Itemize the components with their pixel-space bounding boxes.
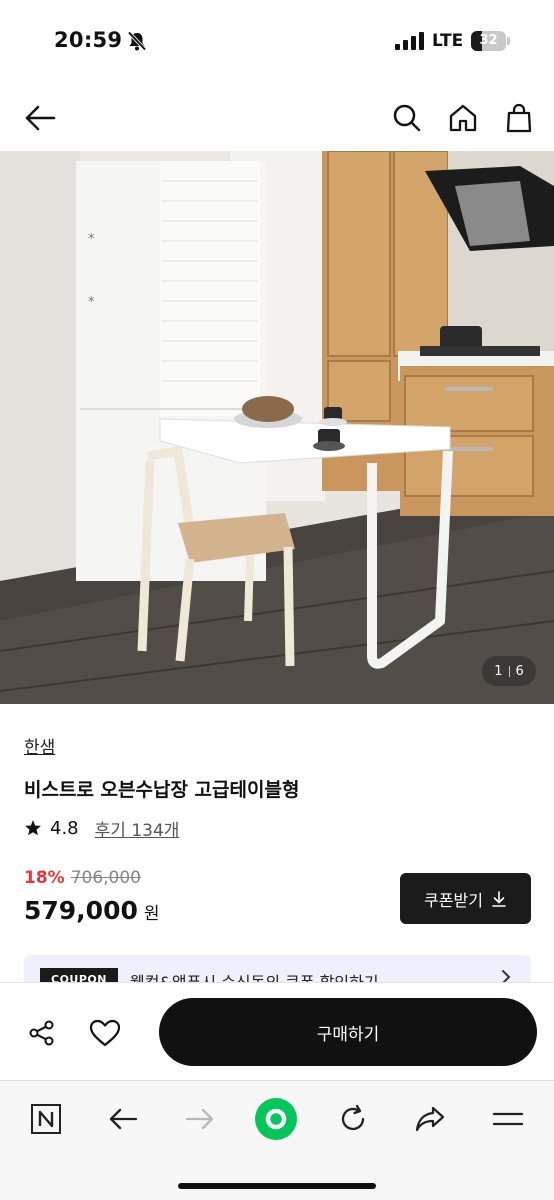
shopping-bag-icon[interactable] xyxy=(497,96,541,140)
purchase-action-bar: 구매하기 xyxy=(0,982,554,1080)
share-arrow-icon[interactable] xyxy=(408,1097,452,1141)
naver-n-icon[interactable] xyxy=(24,1097,68,1141)
current-image-number: 1 xyxy=(494,663,503,679)
buy-button[interactable]: 구매하기 xyxy=(159,998,537,1066)
rating-row: 4.8 후기 134개 xyxy=(24,815,179,841)
signal-bars-icon xyxy=(395,32,424,50)
product-photo: * * xyxy=(0,151,554,704)
product-image-carousel[interactable]: * * 1 6 xyxy=(0,151,554,704)
network-label: LTE xyxy=(432,31,464,51)
app-header xyxy=(0,88,554,148)
star-icon xyxy=(25,820,41,836)
battery-icon: 32 xyxy=(471,31,511,51)
home-indicator xyxy=(178,1183,376,1189)
brand-link[interactable]: 한샘 xyxy=(24,733,55,758)
currency-label: 원 xyxy=(143,904,160,924)
coupon-button-label: 쿠폰받기 xyxy=(424,890,483,910)
image-counter: 1 6 xyxy=(482,656,536,686)
svg-text:*: * xyxy=(88,295,95,310)
product-title: 비스트로 오븐수납장 고급테이블형 xyxy=(24,779,300,801)
battery-level: 32 xyxy=(479,33,498,48)
search-icon[interactable] xyxy=(385,96,429,140)
menu-icon[interactable] xyxy=(486,1097,530,1141)
heart-icon[interactable] xyxy=(84,1013,126,1053)
status-time: 20:59 xyxy=(54,28,123,52)
bell-slash-icon xyxy=(127,31,147,51)
review-count-link[interactable]: 후기 134개 xyxy=(95,816,180,841)
rating-value: 4.8 xyxy=(50,817,79,839)
forward-icon[interactable] xyxy=(178,1097,222,1141)
status-bar: 20:59 LTE 32 xyxy=(0,0,554,80)
discount-row: 18% 706,000 xyxy=(24,868,141,888)
refresh-icon[interactable] xyxy=(331,1097,375,1141)
price-row: 579,000 원 xyxy=(24,896,160,925)
sale-price: 579,000 xyxy=(24,896,138,925)
home-icon[interactable] xyxy=(441,96,485,140)
download-arrow-icon xyxy=(492,890,506,907)
original-price: 706,000 xyxy=(70,868,142,888)
back-arrow-icon[interactable] xyxy=(18,96,62,140)
back-icon[interactable] xyxy=(101,1097,145,1141)
discount-rate: 18% xyxy=(24,868,65,888)
share-icon[interactable] xyxy=(22,1013,62,1053)
coupon-download-button[interactable]: 쿠폰받기 xyxy=(400,873,531,924)
total-image-number: 6 xyxy=(515,663,524,679)
green-home-icon[interactable] xyxy=(254,1097,298,1141)
svg-text:*: * xyxy=(88,232,95,247)
browser-toolbar xyxy=(0,1080,554,1200)
